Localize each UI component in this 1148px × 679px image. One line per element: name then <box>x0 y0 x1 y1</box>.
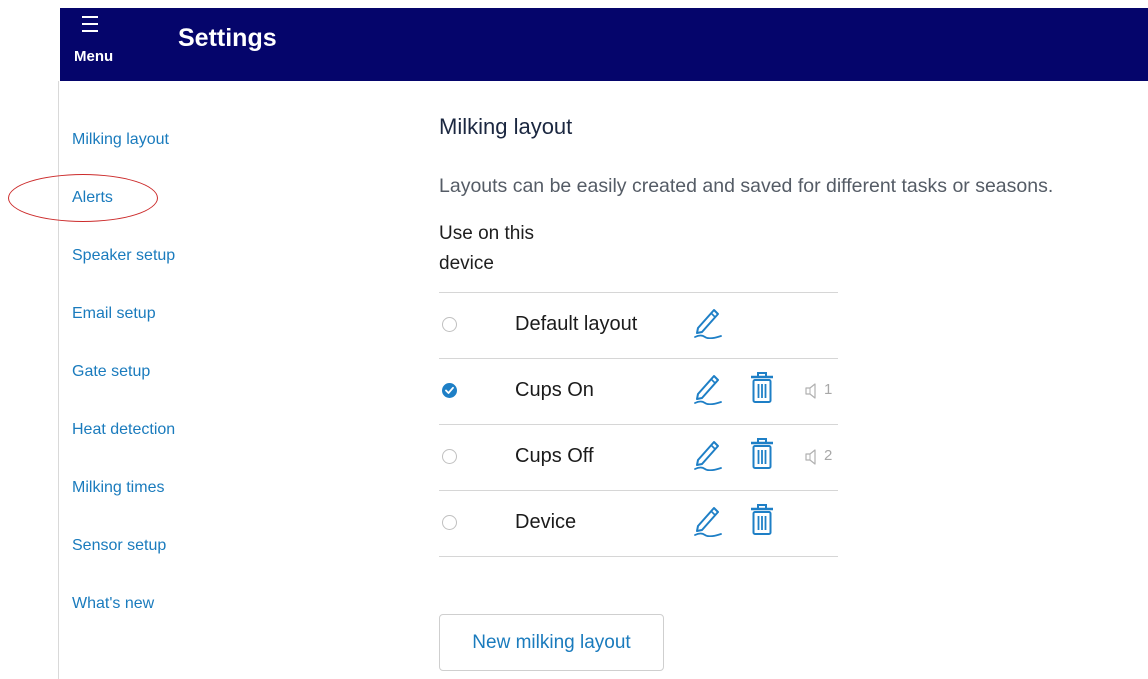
layout-row: Device <box>439 491 838 557</box>
sidebar-item-gate-setup[interactable]: Gate setup <box>72 363 150 381</box>
sidebar-item-email-setup[interactable]: Email setup <box>72 305 156 323</box>
menu-button[interactable]: Menu <box>72 14 126 70</box>
page-title: Settings <box>178 24 277 52</box>
trash-icon[interactable] <box>749 371 775 405</box>
menu-label: Menu <box>74 48 114 65</box>
use-on-device-label: Use on this device <box>439 223 535 274</box>
sidebar-item-milking-layout[interactable]: Milking layout <box>72 131 169 149</box>
speaker-icon[interactable] <box>803 447 821 467</box>
layout-row: Cups On 1 <box>439 359 838 425</box>
pencil-icon[interactable] <box>691 503 723 537</box>
new-milking-layout-button[interactable]: New milking layout <box>439 614 664 671</box>
sidebar-item-speaker-setup[interactable]: Speaker setup <box>72 247 175 265</box>
layout-radio[interactable] <box>442 317 457 332</box>
sidebar-item-sensor-setup[interactable]: Sensor setup <box>72 537 166 555</box>
trash-icon[interactable] <box>749 437 775 471</box>
layout-list: Default layout Cups On 1 Cups Off 2 Devi… <box>439 292 838 557</box>
hamburger-icon <box>82 16 98 32</box>
layout-name: Device <box>515 511 577 533</box>
alerts-highlight-ellipse <box>8 174 158 222</box>
speaker-channel: 2 <box>824 447 833 464</box>
sidebar-item-milking-times[interactable]: Milking times <box>72 479 164 497</box>
pencil-icon[interactable] <box>691 371 723 405</box>
layout-radio[interactable] <box>442 515 457 530</box>
speaker-icon[interactable] <box>803 381 821 401</box>
layout-name: Default layout <box>515 313 638 335</box>
layout-row: Cups Off 2 <box>439 425 838 491</box>
speaker-channel: 1 <box>824 381 833 398</box>
trash-icon[interactable] <box>749 503 775 537</box>
layout-row: Default layout <box>439 293 838 359</box>
check-icon <box>445 386 454 394</box>
layout-name: Cups Off <box>515 445 594 467</box>
layout-name: Cups On <box>515 379 594 401</box>
pencil-icon[interactable] <box>691 305 723 339</box>
layout-radio-checked[interactable] <box>442 383 457 398</box>
sidebar-item-heat-detection[interactable]: Heat detection <box>72 421 175 439</box>
pencil-icon[interactable] <box>691 437 723 471</box>
section-title: Milking layout <box>439 114 573 139</box>
sidebar-item-whats-new[interactable]: What's new <box>72 595 154 613</box>
sidebar-divider <box>58 81 59 679</box>
section-description: Layouts can be easily created and saved … <box>439 175 1054 197</box>
app-header: Menu Settings <box>60 8 1148 81</box>
layout-radio[interactable] <box>442 449 457 464</box>
